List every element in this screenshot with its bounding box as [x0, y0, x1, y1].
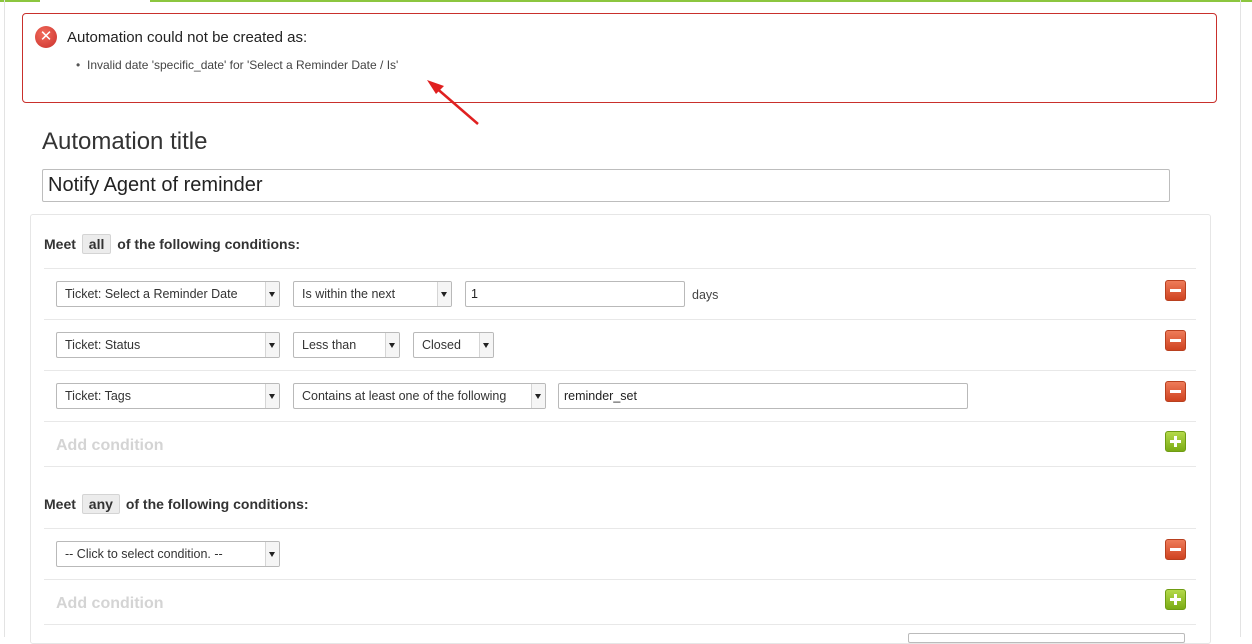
- remove-condition-button[interactable]: [1165, 539, 1186, 560]
- condition-field-select[interactable]: Ticket: Tags: [56, 383, 280, 409]
- condition-value-input[interactable]: 1: [465, 281, 685, 307]
- chevron-down-icon: [265, 333, 279, 357]
- add-condition-button[interactable]: [1165, 431, 1186, 452]
- condition-field-select[interactable]: Ticket: Select a Reminder Date: [56, 281, 280, 307]
- condition-operator-select[interactable]: Less than: [293, 332, 400, 358]
- remove-condition-button[interactable]: [1165, 381, 1186, 402]
- automation-title-label: Automation title: [42, 128, 208, 155]
- condition-operator-value: Contains at least one of the following: [302, 389, 507, 403]
- chevron-down-icon: [265, 384, 279, 408]
- error-message-item: Invalid date 'specific_date' for 'Select…: [76, 58, 398, 72]
- condition-value-text: Closed: [422, 338, 461, 352]
- meet-prefix: Meet: [44, 496, 76, 512]
- condition-operator-select[interactable]: Contains at least one of the following: [293, 383, 546, 409]
- automation-title-input[interactable]: [42, 169, 1170, 202]
- meet-suffix: of the following conditions:: [125, 496, 309, 512]
- remove-condition-button[interactable]: [1165, 330, 1186, 351]
- error-circle-icon: ✕: [35, 26, 57, 48]
- chevron-down-icon: [385, 333, 399, 357]
- error-alert: ✕ Automation could not be created as: In…: [22, 13, 1217, 103]
- remove-condition-button[interactable]: [1165, 280, 1186, 301]
- meet-prefix: Meet: [44, 236, 76, 252]
- divider: [44, 579, 1196, 580]
- meet-suffix: of the following conditions:: [117, 236, 301, 252]
- divider: [44, 528, 1196, 529]
- chevron-down-icon: [265, 542, 279, 566]
- page-right-border: [1240, 0, 1241, 637]
- condition-operator-value: Less than: [302, 338, 357, 352]
- condition-operator-value: Is within the next: [302, 287, 396, 301]
- chevron-down-icon: [479, 333, 493, 357]
- divider: [44, 466, 1196, 467]
- condition-field-value: Ticket: Status: [65, 338, 141, 352]
- condition-unit-label: days: [692, 288, 719, 302]
- divider: [44, 319, 1196, 320]
- chevron-down-icon: [437, 282, 451, 306]
- divider: [44, 421, 1196, 422]
- add-condition-link[interactable]: Add condition: [56, 437, 164, 455]
- condition-value-input[interactable]: reminder_set: [558, 383, 968, 409]
- condition-field-value: -- Click to select condition. --: [65, 547, 223, 561]
- add-condition-button[interactable]: [1165, 589, 1186, 610]
- page-left-border: [4, 0, 5, 637]
- top-accent-bar: [150, 0, 1252, 2]
- divider: [44, 370, 1196, 371]
- condition-field-value: Ticket: Select a Reminder Date: [65, 287, 238, 301]
- condition-operator-select[interactable]: Is within the next: [293, 281, 452, 307]
- chevron-down-icon: [265, 282, 279, 306]
- annotation-arrow: [427, 80, 479, 125]
- top-accent-bar: [0, 0, 40, 2]
- condition-field-select[interactable]: Ticket: Status: [56, 332, 280, 358]
- match-mode-any-toggle[interactable]: any: [81, 494, 120, 514]
- chevron-down-icon: [531, 384, 545, 408]
- match-mode-all-toggle[interactable]: all: [81, 234, 112, 254]
- condition-field-select[interactable]: -- Click to select condition. --: [56, 541, 280, 567]
- error-title: Automation could not be created as:: [67, 29, 308, 46]
- condition-value-select[interactable]: Closed: [413, 332, 494, 358]
- meet-any-heading: Meet any of the following conditions:: [44, 494, 309, 514]
- divider: [44, 624, 1196, 625]
- add-condition-link[interactable]: Add condition: [56, 595, 164, 613]
- condition-field-value: Ticket: Tags: [65, 389, 131, 403]
- divider: [44, 268, 1196, 269]
- meet-all-heading: Meet all of the following conditions:: [44, 234, 300, 254]
- partial-field[interactable]: [908, 633, 1185, 643]
